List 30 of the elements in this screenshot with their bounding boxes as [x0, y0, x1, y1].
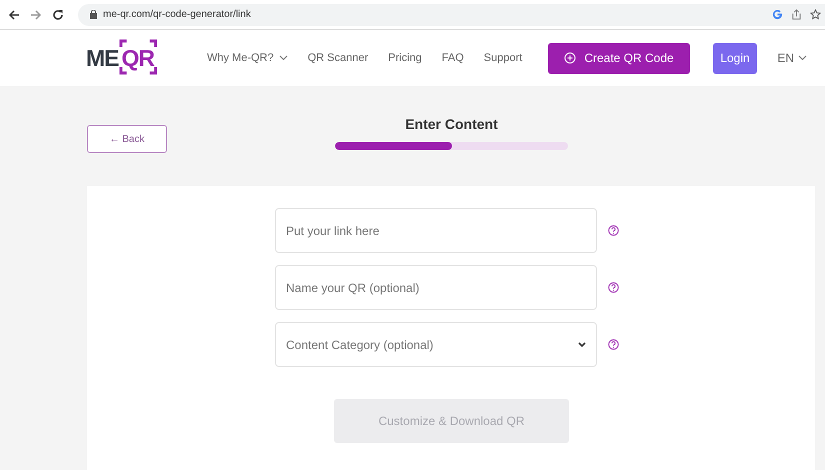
help-icon[interactable]	[608, 225, 619, 236]
back-button[interactable]: ← Back	[87, 125, 167, 153]
nav-link[interactable]: Support	[484, 52, 522, 64]
address-bar[interactable]: me-qr.com/qr-code-generator/link	[78, 4, 825, 26]
back-arrow-icon[interactable]	[8, 8, 20, 20]
url-text: me-qr.com/qr-code-generator/link	[103, 9, 251, 20]
google-icon[interactable]	[772, 9, 783, 20]
language-selector[interactable]: EN	[777, 51, 807, 65]
login-button[interactable]: Login	[712, 42, 758, 74]
category-dropdown[interactable]: Content Category (optional)	[275, 322, 597, 367]
input-field[interactable]: Put your link here	[275, 208, 597, 253]
star-icon[interactable]	[810, 9, 821, 20]
create-qr-code-button[interactable]: Create QR Code	[548, 42, 690, 74]
help-icon[interactable]	[608, 339, 619, 350]
forward-arrow-icon[interactable]	[30, 8, 42, 20]
nav-link[interactable]: FAQ	[442, 52, 464, 64]
lock-icon	[90, 10, 97, 19]
chevron-down-icon	[278, 55, 288, 61]
nav-link[interactable]: Pricing	[388, 52, 422, 64]
reload-icon[interactable]	[52, 8, 64, 20]
step-title: Enter Content	[405, 116, 498, 132]
plus-circle-icon	[564, 52, 576, 64]
nav-link[interactable]: Why Me-QR?	[207, 52, 288, 64]
nav-link[interactable]: QR Scanner	[308, 52, 368, 64]
help-icon[interactable]	[608, 282, 619, 293]
chevron-down-icon	[798, 55, 807, 61]
share-icon[interactable]	[791, 9, 802, 20]
input-field[interactable]: Name your QR (optional)	[275, 265, 597, 310]
logo[interactable]: MEQR	[86, 42, 157, 74]
chevron-down-icon	[578, 342, 586, 348]
